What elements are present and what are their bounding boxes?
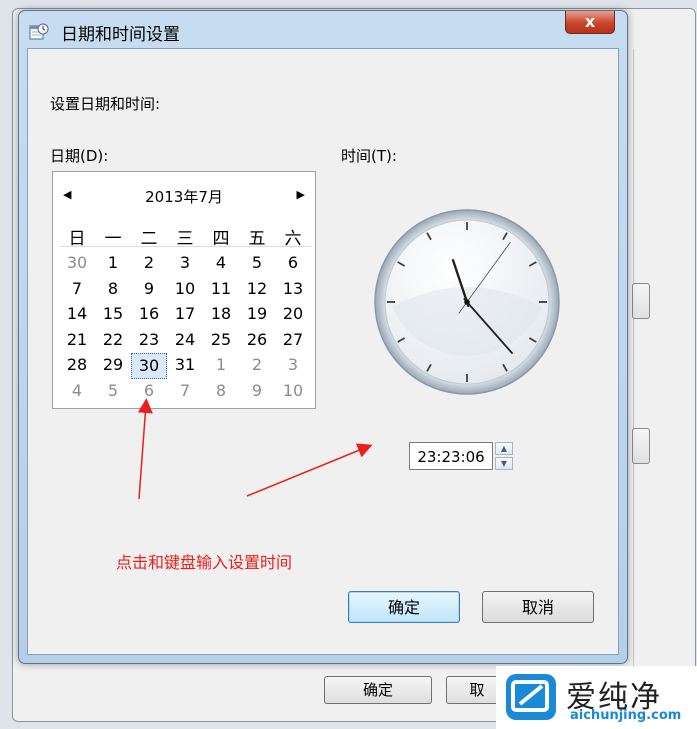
background-divider (633, 49, 674, 679)
calendar-day[interactable]: 9 (239, 379, 275, 405)
calendar-day[interactable]: 23 (131, 328, 167, 354)
calendar-day[interactable]: 30 (131, 353, 167, 379)
date-time-dialog: 日期和时间设置 x 设置日期和时间: 日期(D): 时间(T): ◀ 2013年… (18, 10, 628, 664)
calendar-day[interactable]: 28 (59, 353, 95, 379)
background-side-button[interactable] (632, 428, 650, 464)
calendar-day[interactable]: 5 (95, 379, 131, 405)
dialog-heading: 设置日期和时间: (50, 95, 161, 113)
triangle-up-icon: ▲ (500, 444, 508, 453)
triangle-down-icon: ▼ (500, 459, 508, 468)
calendar-week-row: 14 15 16 17 18 19 20 (59, 302, 311, 328)
calendar-day[interactable]: 15 (95, 302, 131, 328)
calendar-day-grid: 30 1 2 3 4 5 6 7 8 9 10 11 12 13 14 15 16 17 18 19 20 21 22 23 2… (59, 251, 311, 404)
time-label: 时间(T): (341, 147, 397, 165)
calendar-day[interactable]: 11 (203, 277, 239, 303)
watermark-logo-icon (506, 674, 556, 720)
dialog-client-area: 设置日期和时间: 日期(D): 时间(T): ◀ 2013年7月 ▶ 日 一 二… (27, 48, 619, 655)
calendar-day[interactable]: 14 (59, 302, 95, 328)
weekday-label: 四 (212, 229, 230, 249)
weekday-label: 六 (284, 229, 302, 249)
calendar-month-title[interactable]: 2013年7月 (53, 186, 315, 207)
calendar-day[interactable]: 20 (275, 302, 311, 328)
clock-center-pin (464, 299, 470, 305)
calendar-week-row: 4 5 6 7 8 9 10 (59, 379, 311, 405)
calendar-clock-icon (29, 23, 49, 40)
time-input[interactable]: 23:23:06 (409, 442, 493, 470)
weekday-label: 二 (140, 229, 158, 249)
calendar-day[interactable]: 6 (131, 379, 167, 405)
calendar-day[interactable]: 1 (203, 353, 239, 379)
watermark-logo-mark (511, 680, 549, 712)
calendar-day[interactable]: 26 (239, 328, 275, 354)
calendar-day[interactable]: 21 (59, 328, 95, 354)
calendar-day[interactable]: 17 (167, 302, 203, 328)
calendar-week-row: 28 29 30 31 1 2 3 (59, 353, 311, 379)
close-button[interactable]: x (565, 11, 615, 34)
weekday-label: 三 (176, 229, 194, 249)
calendar-day[interactable]: 25 (203, 328, 239, 354)
calendar-day[interactable]: 7 (59, 277, 95, 303)
dialog-title: 日期和时间设置 (61, 25, 180, 45)
calendar-day[interactable]: 13 (275, 277, 311, 303)
calendar-day[interactable]: 22 (95, 328, 131, 354)
close-icon: x (584, 12, 596, 31)
calendar-day[interactable]: 10 (167, 277, 203, 303)
calendar-day[interactable]: 27 (275, 328, 311, 354)
calendar-day[interactable]: 2 (239, 353, 275, 379)
calendar-day[interactable]: 4 (203, 251, 239, 277)
calendar-day[interactable]: 12 (239, 277, 275, 303)
calendar-day[interactable]: 10 (275, 379, 311, 405)
calendar-weekday-header: 日 一 二 三 四 五 六 (59, 224, 311, 249)
calendar-day[interactable]: 31 (167, 353, 203, 379)
calendar-day[interactable]: 7 (167, 379, 203, 405)
calendar[interactable]: ◀ 2013年7月 ▶ 日 一 二 三 四 五 六 30 1 2 3 4 5 6 7 8 9 10 1… (52, 171, 316, 409)
calendar-day[interactable]: 8 (203, 379, 239, 405)
calendar-day[interactable]: 3 (167, 251, 203, 277)
calendar-day[interactable]: 16 (131, 302, 167, 328)
calendar-day[interactable]: 9 (131, 277, 167, 303)
calendar-day[interactable]: 19 (239, 302, 275, 328)
date-label: 日期(D): (50, 147, 109, 165)
cancel-button[interactable]: 取消 (482, 591, 594, 623)
weekday-label: 一 (104, 229, 122, 249)
weekday-label: 日 (68, 229, 86, 249)
analog-clock (374, 209, 560, 395)
spin-down-button[interactable]: ▼ (495, 457, 513, 470)
calendar-day[interactable]: 18 (203, 302, 239, 328)
calendar-day[interactable]: 8 (95, 277, 131, 303)
ok-button[interactable]: 确定 (348, 591, 460, 623)
background-ok-button[interactable]: 确定 (324, 676, 432, 704)
calendar-day[interactable]: 29 (95, 353, 131, 379)
calendar-week-row: 7 8 9 10 11 12 13 (59, 277, 311, 303)
calendar-day[interactable]: 30 (59, 251, 95, 277)
background-side-button[interactable] (632, 283, 650, 319)
calendar-day[interactable]: 2 (131, 251, 167, 277)
calendar-day[interactable]: 4 (59, 379, 95, 405)
title-bar[interactable]: 日期和时间设置 x (19, 11, 627, 49)
calendar-day[interactable]: 5 (239, 251, 275, 277)
triangle-right-icon[interactable]: ▶ (297, 188, 305, 201)
weekday-label: 五 (248, 229, 266, 249)
calendar-week-row: 30 1 2 3 4 5 6 (59, 251, 311, 277)
calendar-week-row: 21 22 23 24 25 26 27 (59, 328, 311, 354)
watermark-domain: aichunjing.com (570, 708, 682, 723)
annotation-text: 点击和键盘输入设置时间 (116, 553, 293, 572)
watermark: 爱纯净 aichunjing.com (496, 666, 697, 729)
calendar-day[interactable]: 3 (275, 353, 311, 379)
calendar-day[interactable]: 6 (275, 251, 311, 277)
spin-up-button[interactable]: ▲ (495, 442, 513, 455)
calendar-day[interactable]: 1 (95, 251, 131, 277)
calendar-day[interactable]: 24 (167, 328, 203, 354)
